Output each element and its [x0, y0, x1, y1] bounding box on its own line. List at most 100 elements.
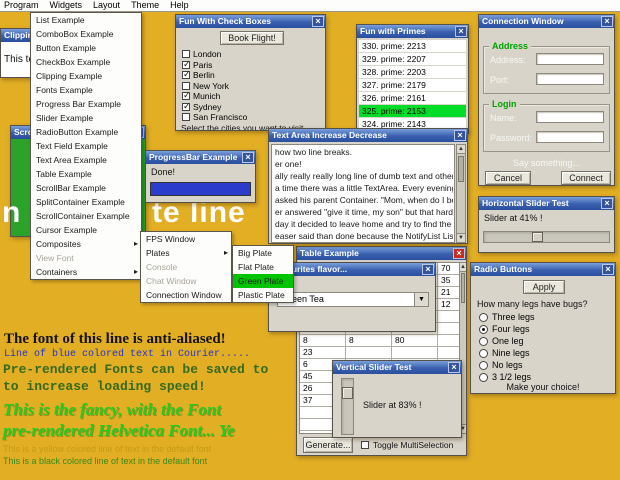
- book-flight-button[interactable]: Book Flight!: [220, 31, 284, 45]
- table-window-titlebar[interactable]: Table Example: [297, 247, 466, 260]
- menu-item[interactable]: CheckBox Example: [31, 55, 141, 69]
- city-checkbox-row[interactable]: London: [176, 49, 325, 60]
- menu-item[interactable]: Composites: [31, 237, 141, 251]
- prime-list-item[interactable]: 329. prime: 2207: [359, 53, 466, 65]
- scrollbar-thumb[interactable]: [458, 156, 464, 182]
- plate-menu-item[interactable]: Plastic Plate: [233, 288, 293, 302]
- city-checkbox-row[interactable]: Sydney: [176, 101, 325, 113]
- menu-item[interactable]: List Example: [31, 13, 141, 27]
- city-checkbox-row[interactable]: New York: [176, 81, 325, 92]
- vertical-slider-window-titlebar[interactable]: Vertical Slider Test: [333, 361, 461, 374]
- table-cell[interactable]: 23: [300, 347, 346, 359]
- close-icon[interactable]: [453, 248, 465, 259]
- checkbox-icon[interactable]: [182, 113, 190, 122]
- menu-item[interactable]: View Font: [31, 251, 141, 265]
- menubar-item[interactable]: Layout: [89, 0, 127, 11]
- menu-item[interactable]: Text Field Example: [31, 139, 141, 153]
- table-row[interactable]: 23: [300, 347, 460, 359]
- table-cell[interactable]: 80: [392, 335, 438, 347]
- progressbar-window-titlebar[interactable]: ProgressBar Example: [146, 151, 255, 164]
- close-icon[interactable]: [454, 130, 466, 141]
- table-cell[interactable]: 35: [438, 275, 460, 287]
- apply-button[interactable]: Apply: [523, 280, 565, 294]
- submenu-item[interactable]: Chat Window: [141, 274, 231, 288]
- menu-item[interactable]: Cursor Example: [31, 223, 141, 237]
- prime-list-item[interactable]: 327. prime: 2179: [359, 79, 466, 91]
- arrow-up-icon[interactable]: ▲: [457, 145, 465, 154]
- table-cell[interactable]: [438, 335, 460, 347]
- radio-button-icon[interactable]: [479, 312, 488, 322]
- menu-item[interactable]: Containers: [31, 265, 141, 279]
- hslider-track[interactable]: [483, 231, 610, 243]
- radio-option-row[interactable]: One leg: [471, 335, 615, 347]
- table-cell[interactable]: [392, 347, 438, 359]
- menu-item[interactable]: Clipping Example: [31, 69, 141, 83]
- radio-button-icon[interactable]: [479, 372, 488, 382]
- flavor-combobox[interactable]: Green Tea ▼: [277, 292, 429, 307]
- menu-item[interactable]: Text Area Example: [31, 153, 141, 167]
- table-cell[interactable]: 8: [300, 335, 346, 347]
- city-checkbox-row[interactable]: Munich: [176, 90, 325, 102]
- hslider-handle[interactable]: [532, 232, 543, 242]
- vslider-track[interactable]: [341, 378, 354, 435]
- checkboxes-window-titlebar[interactable]: Fun With Check Boxes: [176, 15, 325, 28]
- menu-item[interactable]: SplitContainer Example: [31, 195, 141, 209]
- close-icon[interactable]: [455, 26, 467, 37]
- table-cell[interactable]: 12: [438, 299, 460, 311]
- submenu-item[interactable]: Connection Window: [141, 288, 231, 302]
- connect-button[interactable]: Connect: [561, 171, 611, 185]
- horizontal-slider-window-titlebar[interactable]: Horizontal Slider Test: [479, 197, 614, 210]
- menubar-item[interactable]: Help: [166, 0, 196, 11]
- close-icon[interactable]: [602, 264, 614, 275]
- textarea-window-titlebar[interactable]: Text Area Increase Decrease: [269, 129, 467, 142]
- prime-list-item[interactable]: 325. prime: 2153: [359, 105, 466, 117]
- checkbox-icon[interactable]: [182, 69, 191, 80]
- radio-buttons-window-titlebar[interactable]: Radio Buttons: [471, 263, 615, 276]
- text-area[interactable]: how two line breaks. er one! ally really…: [271, 144, 455, 243]
- menu-item[interactable]: Slider Example: [31, 111, 141, 125]
- close-icon[interactable]: [448, 362, 460, 373]
- menu-item[interactable]: Fonts Example: [31, 83, 141, 97]
- port-input[interactable]: [536, 73, 604, 85]
- menu-item[interactable]: Progress Bar Example: [31, 97, 141, 111]
- close-icon[interactable]: [601, 198, 613, 209]
- city-checkbox-row[interactable]: Berlin: [176, 69, 325, 81]
- radio-button-icon[interactable]: [479, 360, 488, 370]
- scrollbar-thumb[interactable]: [461, 273, 465, 303]
- plate-menu-item[interactable]: Big Plate: [233, 246, 293, 260]
- menubar-item[interactable]: Theme: [127, 0, 166, 11]
- table-row[interactable]: 8 8 80: [300, 335, 460, 347]
- city-checkbox-row[interactable]: San Francisco: [176, 112, 325, 123]
- vslider-handle[interactable]: [342, 387, 353, 399]
- plate-menu-item[interactable]: Flat Plate: [233, 260, 293, 274]
- city-checkbox-row[interactable]: Paris: [176, 59, 325, 71]
- table-cell[interactable]: 8: [346, 335, 392, 347]
- password-input[interactable]: [536, 131, 604, 143]
- checkbox-icon[interactable]: [182, 50, 190, 59]
- plate-menu-item[interactable]: Green Plate: [233, 274, 293, 288]
- submenu-item[interactable]: Console: [141, 260, 231, 274]
- connection-window-titlebar[interactable]: Connection Window: [479, 15, 614, 28]
- table-cell[interactable]: 70: [438, 263, 460, 275]
- prime-list-item[interactable]: 326. prime: 2161: [359, 92, 466, 104]
- close-icon[interactable]: [242, 152, 254, 163]
- radio-button-icon[interactable]: [479, 324, 488, 334]
- menubar-item[interactable]: Program: [0, 0, 46, 11]
- address-input[interactable]: [536, 53, 604, 65]
- arrow-down-icon[interactable]: ▼: [457, 233, 465, 242]
- cancel-button[interactable]: Cancel: [485, 171, 531, 185]
- submenu-item[interactable]: FPS Window: [141, 232, 231, 246]
- checkbox-icon[interactable]: [182, 59, 191, 70]
- checkbox-icon[interactable]: [182, 81, 190, 90]
- close-icon[interactable]: [422, 264, 434, 275]
- radio-option-row[interactable]: Four legs: [471, 323, 615, 335]
- close-icon[interactable]: [312, 16, 324, 27]
- radio-option-row[interactable]: No legs: [471, 359, 615, 371]
- chevron-down-icon[interactable]: ▼: [414, 293, 428, 306]
- menubar-item[interactable]: Widgets: [46, 0, 90, 11]
- table-cell[interactable]: [438, 347, 460, 359]
- menu-item[interactable]: ScrollContainer Example: [31, 209, 141, 223]
- prime-list-item[interactable]: 330. prime: 2213: [359, 40, 466, 52]
- arrow-up-icon[interactable]: ▲: [460, 263, 466, 272]
- name-input[interactable]: [536, 111, 604, 123]
